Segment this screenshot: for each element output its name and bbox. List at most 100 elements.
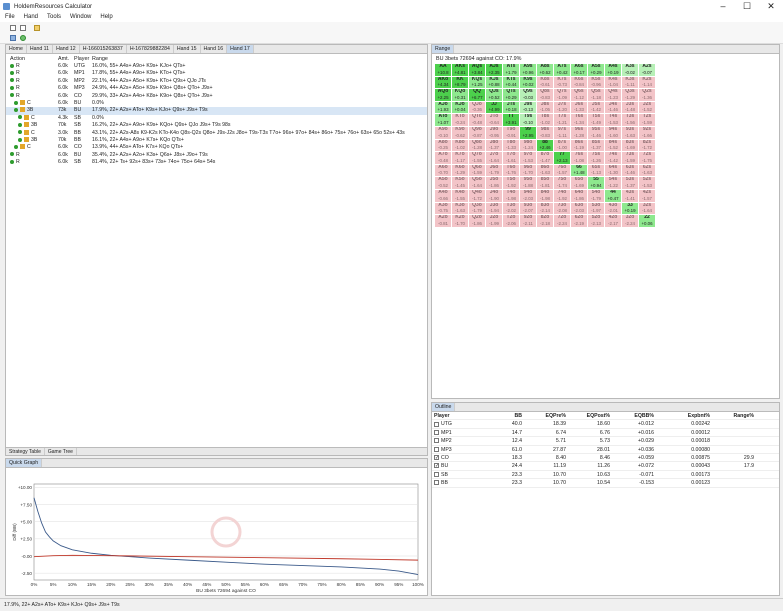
range-cell-A3s[interactable]: A3s -0.02 [622,64,639,77]
tab-hand-15[interactable]: Hand 15 [174,45,201,53]
range-cell-33[interactable]: 33 +0.19 [622,202,639,216]
col-expbnt[interactable]: Expbnt% [654,412,710,419]
range-cell-A5o[interactable]: A5o -0.52 [435,177,452,190]
player-checkbox[interactable]: ✓ [434,463,439,469]
strategy-row[interactable]: C 6.0k CO 13.9%, 44+ A5s+ ATo+ K7s+ KQo QTs… [6,144,427,151]
menu-help[interactable]: Help [95,13,116,22]
range-cell-K5o[interactable]: K5o -1.45 [452,177,469,190]
range-cell-Q8o[interactable]: Q8o -1.28 [469,139,486,153]
range-cell-J4o[interactable]: J4o -1.90 [486,189,503,203]
range-cell-Q9s[interactable]: Q9s -0.03 [520,89,537,102]
range-cell-T3o[interactable]: T3o -2.02 [503,202,520,216]
range-cell-A7s[interactable]: A7s +0.42 [554,64,571,77]
col-eqpost[interactable]: EQPost% [566,412,610,419]
tab-home[interactable]: Home [6,45,27,53]
range-cell-K9o[interactable]: K9o -0.62 [452,126,469,140]
range-cell-87s[interactable]: 87s -1.00 [554,139,571,153]
col-eqbb[interactable]: EQBB% [610,412,654,419]
range-cell-K4s[interactable]: K4s -1.04 [605,76,622,90]
range-cell-ATo[interactable]: ATo +1.07 [435,114,452,127]
range-cell-K7s[interactable]: K7s -0.73 [554,76,571,90]
range-cell-T4s[interactable]: T4s -1.53 [605,114,622,127]
new-file-icon[interactable] [10,25,16,31]
range-cell-AA[interactable]: AA +10.8 [435,64,452,77]
range-cell-63o[interactable]: 63o -2.03 [571,202,588,216]
range-cell-32o[interactable]: 32o -2.24 [622,215,639,228]
range-cell-96s[interactable]: 96s -1.28 [571,126,588,140]
player-checkbox[interactable] [434,480,439,486]
range-cell-AJo[interactable]: AJo +1.93 [435,101,452,115]
range-cell-93s[interactable]: 93s -1.63 [622,126,639,140]
range-cell-K3o[interactable]: K3o -1.63 [452,202,469,216]
range-cell-J6o[interactable]: J6o -1.79 [486,164,503,178]
col-range-pct[interactable]: Range% [710,412,754,419]
range-cell-A6o[interactable]: A6o -0.70 [435,164,452,178]
range-cell-A3o[interactable]: A3o -0.75 [435,202,452,216]
strategy-row[interactable]: R 6.0k SB 81.4%, 22+ Ts+ 92s+ 83s+ 73s+ 74o… [6,159,427,166]
strategy-row[interactable]: C 3.0k BB 43.1%, 22+ A2s-A8s K9-K2s KTo-K4o… [6,130,427,137]
minimize-button[interactable]: – [711,0,735,13]
tab-hand-11[interactable]: Hand 11 [27,45,54,53]
range-cell-95o[interactable]: 95o -1.88 [520,177,537,190]
range-cell-J8o[interactable]: J8o -1.37 [486,139,503,153]
range-cell-A2s[interactable]: A2s -0.07 [639,64,656,77]
player-checkbox[interactable] [434,471,439,477]
range-cell-T5o[interactable]: T5o -1.92 [503,177,520,190]
strategy-row[interactable]: R 6.0k UTG 16.0%, 55+ A4s+ A9o+ K9s+ KJo+ Q… [6,63,427,70]
range-cell-43o[interactable]: 43o -2.01 [605,202,622,216]
strategy-row[interactable]: 3B 73k BU 17.9%, 22+ A2s+ ATo+ K9s+ KJo+ Q9… [6,107,427,115]
menu-hand[interactable]: Hand [19,13,42,22]
col-player[interactable]: Player [432,412,492,419]
range-cell-A6s[interactable]: A6s +0.17 [571,64,588,77]
range-cell-Q6s[interactable]: Q6s -1.12 [571,89,588,102]
range-cell-T2o[interactable]: T2o -2.06 [503,215,520,228]
range-cell-K5s[interactable]: K5s -0.96 [588,76,605,90]
range-cell-42s[interactable]: 42s -1.57 [639,189,656,203]
range-cell-Q7s[interactable]: Q7s -1.09 [554,89,571,102]
range-cell-J2o[interactable]: J2o -1.99 [486,215,503,228]
range-cell-QQ[interactable]: QQ +6.77 [469,89,486,102]
range-cell-T2s[interactable]: T2s -1.59 [639,114,656,127]
range-cell-63s[interactable]: 63s -1.46 [622,164,639,178]
range-cell-86s[interactable]: 86s -1.19 [571,139,588,153]
range-cell-AJs[interactable]: AJs +2.35 [486,64,503,77]
range-cell-43s[interactable]: 43s -1.41 [622,189,639,203]
strategy-row[interactable]: R 6.0k MP1 17.8%, 55+ A4s+ A9o+ K9s+ KTo+ Q… [6,70,427,77]
range-cell-A8s[interactable]: A8s +0.62 [537,64,554,77]
range-cell-65s[interactable]: 65s -1.13 [588,164,605,178]
range-cell-Q7o[interactable]: Q7o -1.55 [469,152,486,165]
strategy-row[interactable]: R 6.0k MP2 22.1%, 44+ A2s+ A5o+ K9s+ KTo+ Q… [6,78,427,85]
range-cell-84s[interactable]: 84s -1.52 [605,139,622,153]
maximize-button[interactable]: ☐ [735,0,759,13]
outline-row[interactable]: MP1 14.7 6.74 6.76 +0.016 0.00012 [432,429,779,438]
range-cell-A9o[interactable]: A9o -0.10 [435,126,452,140]
range-cell-94s[interactable]: 94s -1.60 [605,126,622,140]
range-cell-T8s[interactable]: T8s -1.02 [537,114,554,127]
range-cell-72s[interactable]: 72s -1.75 [639,152,656,165]
range-cell-98s[interactable]: 98s -0.83 [537,126,554,140]
range-cell-TT[interactable]: TT +3.91 [503,114,520,127]
range-cell-A4s[interactable]: A4s +0.19 [605,64,622,77]
range-cell-KTs[interactable]: KTs +0.44 [503,76,520,90]
range-cell-66[interactable]: 66 +1.48 [571,164,588,178]
tab-game-tree[interactable]: Game Tree [45,448,77,455]
range-cell-Q3o[interactable]: Q3o -1.79 [469,202,486,216]
range-cell-J7o[interactable]: J7o -1.64 [486,152,503,165]
range-cell-T8o[interactable]: T8o -1.33 [503,139,520,153]
range-cell-Q5o[interactable]: Q5o -1.64 [469,177,486,190]
range-cell-52s[interactable]: 52s -1.53 [639,177,656,190]
range-cell-88[interactable]: 88 +2.46 [537,139,554,153]
range-cell-A9s[interactable]: A9s +0.96 [520,64,537,77]
range-cell-K9s[interactable]: K9s +0.02 [520,76,537,90]
range-cell-KTo[interactable]: KTo -0.24 [452,114,469,127]
range-cell-73o[interactable]: 73o -2.08 [554,202,571,216]
range-cell-Q4s[interactable]: Q4s -1.23 [605,89,622,102]
strategy-row[interactable]: 3B 70k BB 16.1%, 22+ A4s+ A9o+ K7s+ KQo QTs… [6,137,427,144]
range-cell-55[interactable]: 55 +0.94 [588,177,605,190]
player-checkbox[interactable] [434,446,439,452]
menu-window[interactable]: Window [65,13,95,22]
range-cell-QJo[interactable]: QJo -0.36 [469,101,486,115]
player-checkbox[interactable]: ✓ [434,455,439,461]
range-cell-K6s[interactable]: K6s -0.84 [571,76,588,90]
outline-row[interactable]: UTG 40.0 18.39 18.60 +0.012 0.00242 [432,420,779,429]
